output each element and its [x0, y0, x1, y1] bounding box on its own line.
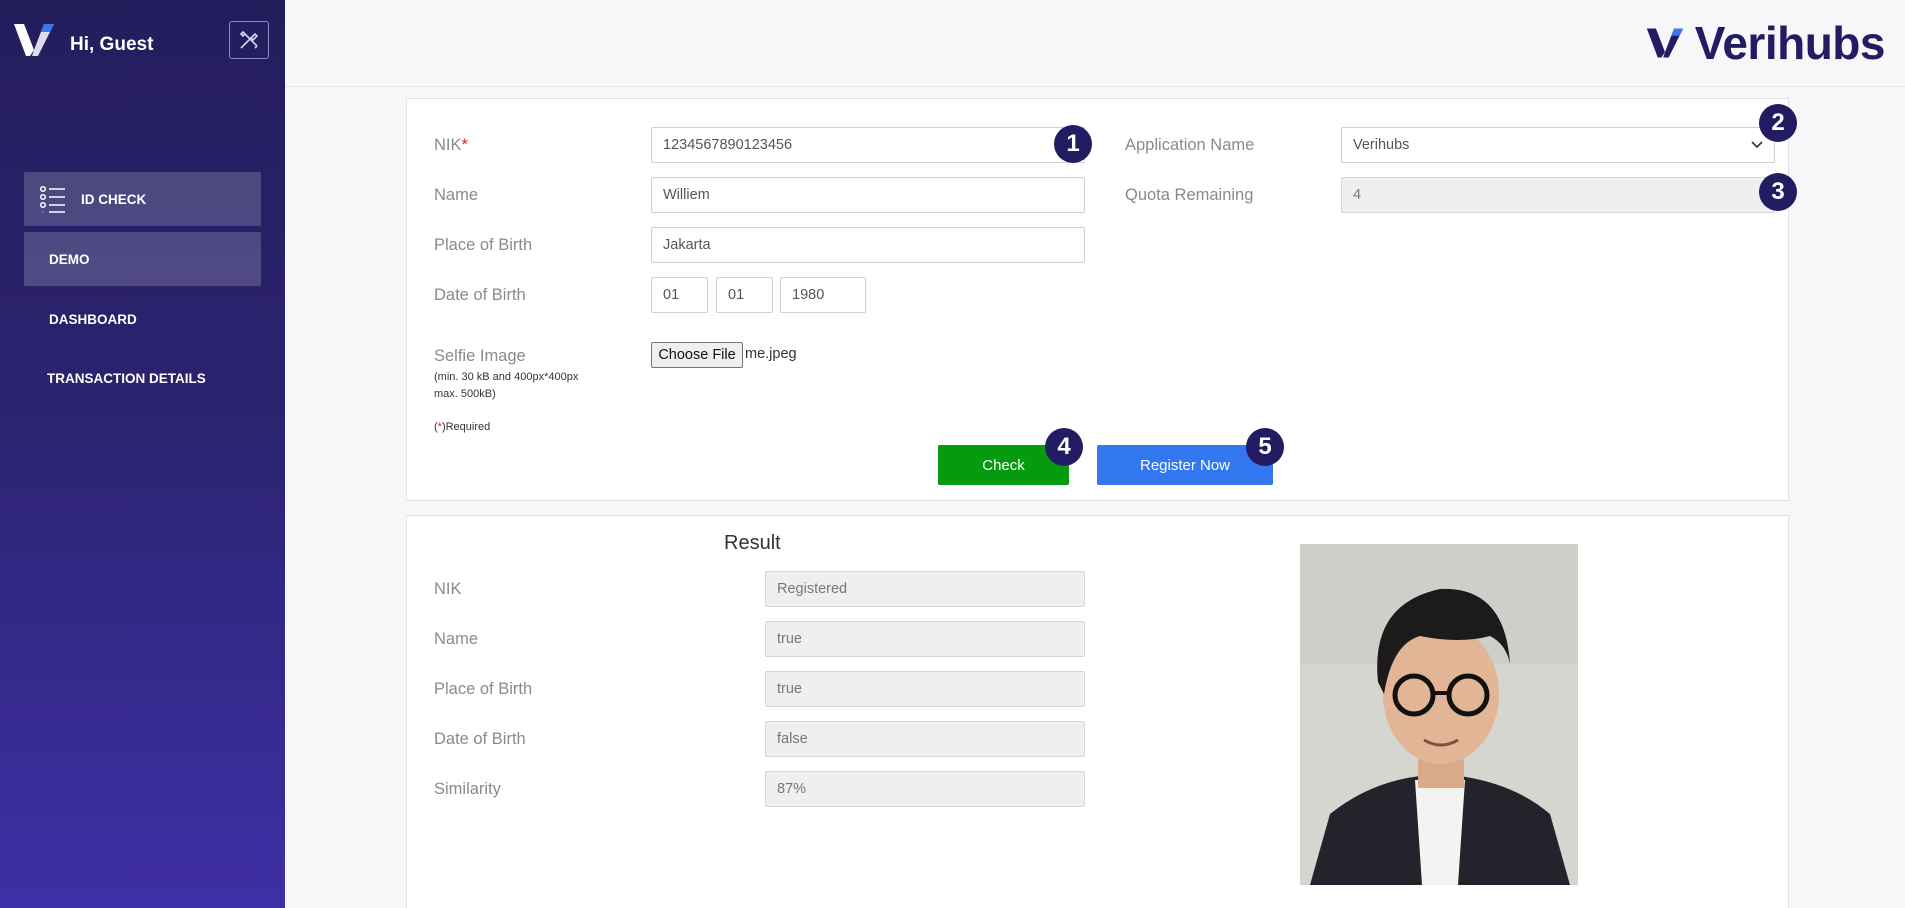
name-label: Name	[434, 186, 479, 204]
required-note: (*)Required	[434, 421, 491, 433]
verihubs-logo-icon	[1646, 28, 1683, 58]
selected-file-name: me.jpeg	[745, 346, 797, 362]
result-similarity-label: Similarity	[434, 780, 501, 798]
name-input[interactable]: Williem	[651, 177, 1085, 213]
nik-label: NIK*	[434, 136, 468, 154]
date-of-birth-label: Date of Birth	[434, 286, 526, 304]
choose-file-button[interactable]: Choose File	[651, 342, 743, 368]
step-badge-3: 3	[1759, 173, 1797, 211]
selfie-note: (min. 30 kB and 400px*400px max. 500kB)	[434, 371, 579, 400]
selfie-photo	[1300, 544, 1578, 885]
tools-icon	[239, 30, 259, 49]
person-portrait-icon	[1300, 544, 1578, 885]
selfie-image-label: Selfie Image	[434, 347, 526, 365]
step-badge-1: 1	[1054, 125, 1092, 163]
brand-name: Verihubs	[1694, 17, 1886, 69]
result-date-of-birth-label: Date of Birth	[434, 730, 526, 748]
step-badge-4: 4	[1045, 428, 1083, 466]
application-name-value: Verihubs	[1353, 137, 1410, 153]
result-similarity-value: 87%	[765, 771, 1085, 807]
application-name-label: Application Name	[1125, 136, 1255, 154]
quota-remaining-field: 4	[1341, 177, 1775, 213]
result-title: Result	[724, 532, 781, 554]
verihubs-logo-icon	[14, 24, 54, 56]
dob-day-input[interactable]: 01	[651, 277, 708, 313]
sidebar-item-label: DEMO	[49, 251, 90, 267]
brand-logo: Verihubs	[1645, 17, 1886, 69]
place-of-birth-input[interactable]: Jakarta	[651, 227, 1085, 263]
place-of-birth-label: Place of Birth	[434, 236, 533, 254]
sidebar: Hi, Guest ID CHECK DEMO DASHBOARD TRANSA…	[0, 0, 285, 908]
result-nik-value: Registered	[765, 571, 1085, 607]
result-place-of-birth-value: true	[765, 671, 1085, 707]
step-badge-2: 2	[1759, 104, 1797, 142]
application-name-select[interactable]: Verihubs	[1341, 127, 1775, 163]
sidebar-item-demo[interactable]: DEMO	[24, 232, 261, 286]
dob-year-input[interactable]: 1980	[780, 277, 866, 313]
result-nik-label: NIK	[434, 580, 462, 598]
sidebar-item-transaction-details[interactable]: TRANSACTION DETAILS	[47, 371, 206, 386]
user-greeting: Hi, Guest	[70, 34, 154, 55]
result-name-label: Name	[434, 630, 479, 648]
tools-toggle-button[interactable]	[229, 21, 269, 59]
nik-input[interactable]: 1234567890123456	[651, 127, 1085, 163]
sidebar-item-label: ID CHECK	[81, 191, 147, 207]
result-date-of-birth-value: false	[765, 721, 1085, 757]
topbar: Verihubs	[285, 0, 1905, 87]
result-name-value: true	[765, 621, 1085, 657]
dob-month-input[interactable]: 01	[716, 277, 773, 313]
sidebar-item-dashboard[interactable]: DASHBOARD	[49, 312, 137, 327]
list-icon	[39, 185, 65, 213]
quota-remaining-label: Quota Remaining	[1125, 186, 1254, 204]
chevron-down-icon	[1751, 141, 1763, 149]
sidebar-item-id-check[interactable]: ID CHECK	[24, 172, 261, 226]
step-badge-5: 5	[1246, 428, 1284, 466]
id-check-form: NIK* 1234567890123456 1 Name Williem Pla…	[406, 98, 1797, 501]
result-panel: Result NIK Registered Name true Place of…	[406, 515, 1789, 908]
result-place-of-birth-label: Place of Birth	[434, 680, 533, 698]
